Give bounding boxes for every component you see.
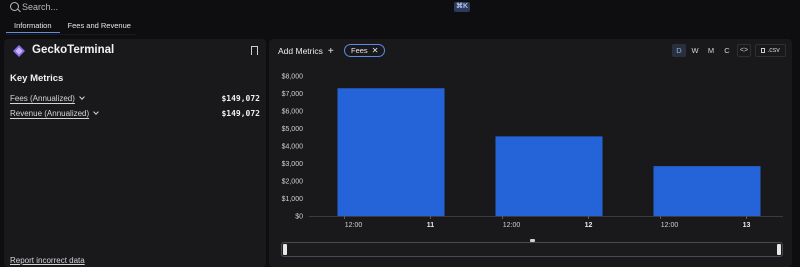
y-tick-label: $6,000 <box>282 109 304 116</box>
range-slider-right-handle[interactable] <box>777 244 781 255</box>
y-tick-label: $3,000 <box>282 161 304 168</box>
y-tick-label: $7,000 <box>282 91 304 98</box>
x-tick-label-day: 13 <box>743 222 751 229</box>
metric-label-revenue[interactable]: Revenue (Annualized) <box>10 108 100 118</box>
y-tick-label: $4,000 <box>282 144 304 151</box>
chart-bar[interactable] <box>495 136 603 216</box>
info-panel: GeckoTerminal Key Metrics Fees (Annualiz… <box>4 39 266 267</box>
x-tick-label-time: 12:00 <box>345 222 363 229</box>
geckoterminal-logo-icon <box>13 45 25 57</box>
search-shortcut-badge: ⌘K <box>454 2 471 12</box>
y-tick-label: $5,000 <box>282 126 304 133</box>
metric-row-fees: Fees (Annualized) $149,072 <box>10 92 260 104</box>
chart-bar[interactable] <box>337 88 445 216</box>
y-tick-label: $0 <box>295 214 303 221</box>
metric-value-revenue: $149,072 <box>221 108 260 118</box>
entity-name: GeckoTerminal <box>32 44 115 56</box>
chevron-down-icon[interactable] <box>79 94 85 100</box>
key-metrics-heading: Key Metrics <box>10 73 64 84</box>
bookmark-icon[interactable] <box>250 46 258 58</box>
report-incorrect-data-link[interactable]: Report incorrect data <box>10 256 85 265</box>
metric-row-revenue: Revenue (Annualized) $149,072 <box>10 107 260 119</box>
range-slider[interactable] <box>281 239 783 257</box>
x-tick-label-day: 11 <box>427 222 435 229</box>
x-tick-label-day: 12 <box>585 222 593 229</box>
search-input[interactable] <box>22 1 442 13</box>
metric-value-fees: $149,072 <box>221 93 260 103</box>
tabs-divider <box>6 34 136 35</box>
y-tick-label: $1,000 <box>282 196 304 203</box>
tab-information[interactable]: Information <box>6 19 60 33</box>
y-tick-label: $8,000 <box>282 74 304 81</box>
x-tick-label-time: 12:00 <box>503 222 521 229</box>
range-slider-left-handle[interactable] <box>283 244 287 255</box>
tab-bar: Information Fees and Revenue <box>6 19 139 35</box>
y-tick-label: $2,000 <box>282 179 304 186</box>
range-slider-grip[interactable] <box>530 239 535 242</box>
chart-bar[interactable] <box>653 166 761 216</box>
tab-fees-and-revenue[interactable]: Fees and Revenue <box>60 19 139 33</box>
metric-label-fees[interactable]: Fees (Annualized) <box>10 93 85 103</box>
chevron-down-icon[interactable] <box>93 109 100 115</box>
search-icon[interactable] <box>10 2 19 11</box>
top-bar: ⌘K <box>0 0 800 15</box>
x-tick-label-time: 12:00 <box>661 222 679 229</box>
fees-bar-chart: $0 $1,000 $2,000 $3,000 $4,000 $5,000 $6,000 $7… <box>282 74 783 229</box>
